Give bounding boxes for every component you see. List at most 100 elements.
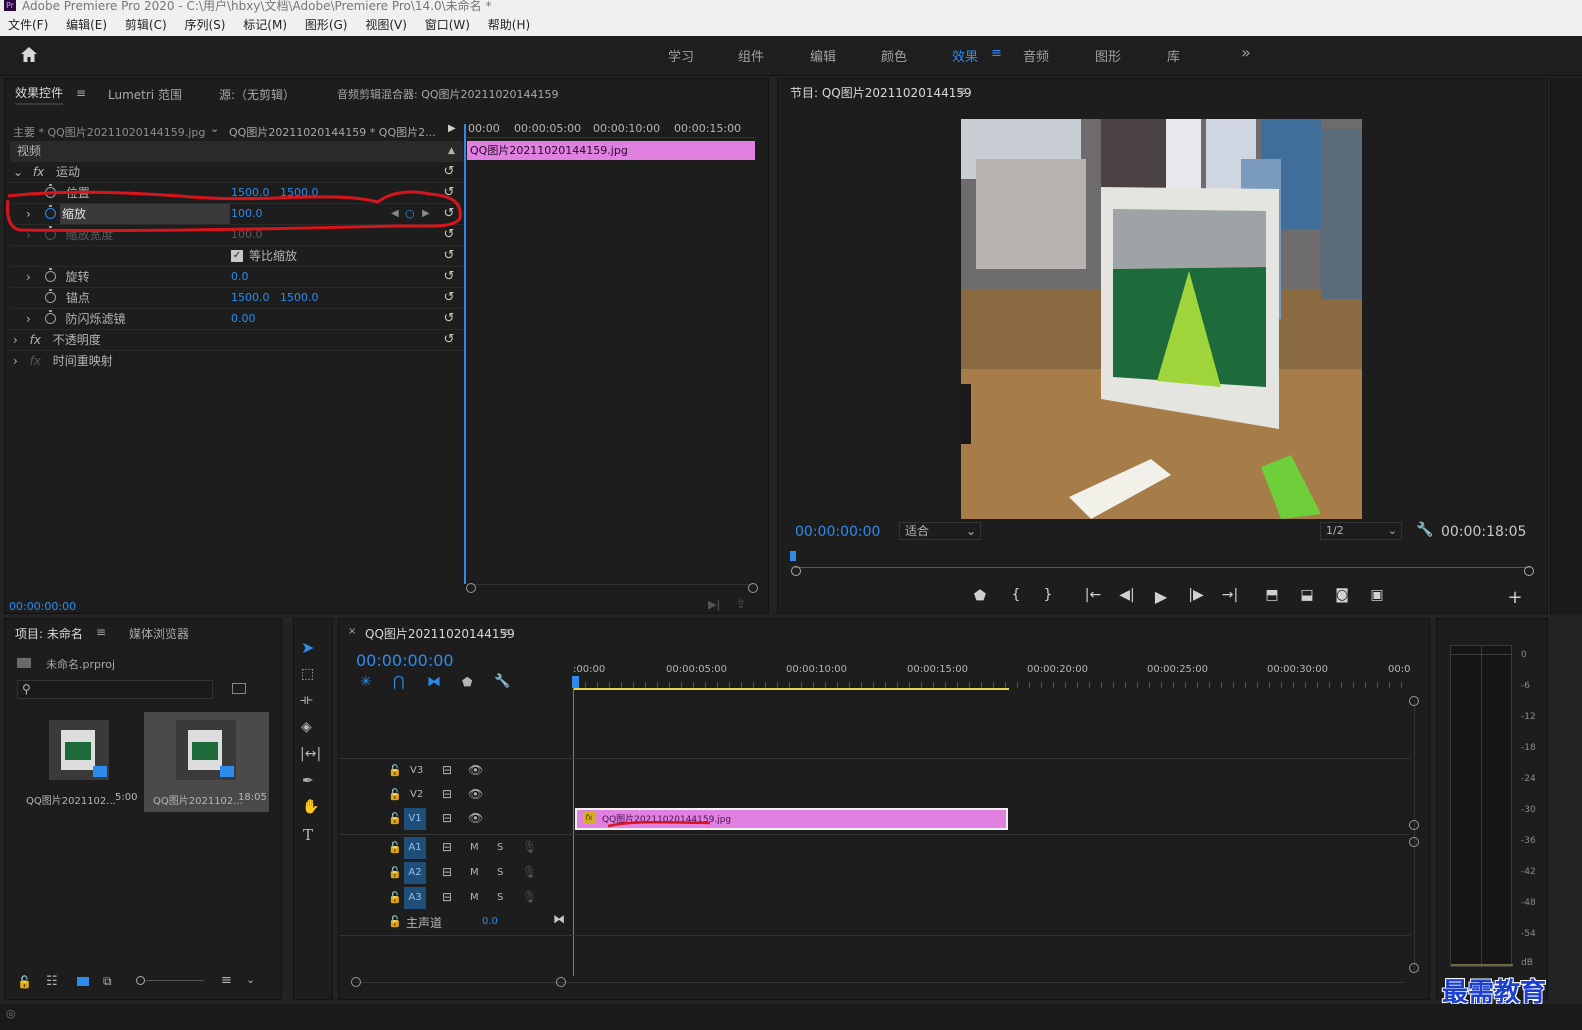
timeline-settings-wrench-icon[interactable]: 🔧 bbox=[494, 674, 510, 689]
stopwatch-icon[interactable] bbox=[44, 310, 56, 324]
chevron-down-icon[interactable]: ⌄ bbox=[246, 973, 255, 986]
linked-selection-icon[interactable]: ⧓ bbox=[427, 674, 441, 690]
lift-icon[interactable]: ⬒ bbox=[1262, 587, 1282, 603]
button-editor-plus-icon[interactable]: + bbox=[1505, 587, 1525, 608]
go-to-out-icon[interactable]: →| bbox=[1220, 587, 1240, 603]
effect-zoom-scrollbar[interactable] bbox=[466, 583, 758, 594]
reset-icon[interactable]: ↺ bbox=[442, 312, 456, 326]
workspace-tab-color[interactable]: 颜色 bbox=[881, 46, 907, 65]
close-icon[interactable]: × bbox=[348, 626, 356, 637]
motion-effect-row[interactable]: ⌄ fx 运动 ↺ bbox=[10, 162, 463, 183]
program-playhead-timecode[interactable]: 00:00:00:00 bbox=[795, 524, 880, 540]
vertical-scrollbar[interactable] bbox=[1414, 700, 1415, 970]
track-lock-icon[interactable]: 🔓 bbox=[388, 915, 402, 928]
program-monitor-title[interactable]: 节目: QQ图片20211020144159 bbox=[790, 84, 972, 101]
eye-icon[interactable]: 👁 bbox=[468, 811, 483, 825]
track-select-tool-icon[interactable]: ⬚ bbox=[301, 666, 314, 682]
sync-lock-icon[interactable]: ⊟ bbox=[442, 787, 452, 801]
workspace-tab-effects[interactable]: 效果 bbox=[952, 46, 978, 65]
fx-icon[interactable]: fx bbox=[30, 333, 41, 347]
reset-icon[interactable]: ↺ bbox=[442, 249, 456, 263]
export-icon[interactable]: ⇪ bbox=[736, 597, 746, 611]
reset-icon[interactable]: ↺ bbox=[442, 165, 456, 179]
sync-lock-icon[interactable]: ⊟ bbox=[442, 890, 452, 904]
scroll-handle[interactable] bbox=[1409, 963, 1419, 973]
effect-timeline-ruler[interactable]: 00:00 00:00:05:00 00:00:10:00 00:00:15:0… bbox=[466, 120, 756, 138]
menu-graphics[interactable]: 图形(G) bbox=[305, 18, 348, 32]
anchor-y-value[interactable]: 1500.0 bbox=[280, 288, 319, 308]
expand-chevron-icon[interactable]: › bbox=[13, 333, 18, 347]
fit-dropdown[interactable]: 适合 ⌄ bbox=[899, 522, 981, 540]
panel-menu-icon[interactable]: ≡ bbox=[96, 625, 106, 639]
workspace-tab-audio[interactable]: 音频 bbox=[1023, 46, 1049, 65]
snap-magnet-icon[interactable]: ⋂ bbox=[393, 674, 404, 690]
add-marker-icon[interactable]: ⬟ bbox=[462, 675, 472, 689]
zoom-handle-right[interactable] bbox=[748, 583, 758, 593]
expand-chevron-icon[interactable]: › bbox=[26, 312, 31, 326]
microphone-icon[interactable]: 🎙 bbox=[522, 890, 537, 904]
workspace-tab-editing[interactable]: 编辑 bbox=[810, 46, 836, 65]
eye-icon[interactable]: 👁 bbox=[468, 763, 483, 777]
icon-view-icon[interactable] bbox=[77, 977, 89, 986]
uniform-scale-checkbox[interactable]: ✓ bbox=[231, 250, 243, 262]
track-label[interactable]: V3 bbox=[410, 765, 423, 776]
track-label[interactable]: A3 bbox=[404, 887, 426, 909]
mute-button[interactable]: M bbox=[470, 842, 479, 853]
track-label[interactable]: A1 bbox=[404, 837, 426, 859]
new-search-bin-icon[interactable] bbox=[232, 683, 246, 694]
track-label[interactable]: A2 bbox=[404, 862, 426, 884]
scroll-handle[interactable] bbox=[1409, 696, 1419, 706]
rotation-value[interactable]: 0.0 bbox=[231, 267, 249, 287]
zoom-handle-right[interactable] bbox=[556, 977, 566, 987]
menu-edit[interactable]: 编辑(E) bbox=[66, 18, 107, 32]
work-area-bar[interactable] bbox=[573, 688, 1009, 690]
tab-source[interactable]: 源:（无剪辑） bbox=[219, 86, 295, 103]
menu-markers[interactable]: 标记(M) bbox=[243, 18, 287, 32]
sequence-clip-link[interactable]: QQ图片20211020144159 * QQ图片2... bbox=[229, 124, 436, 140]
thumbnail-size-slider[interactable] bbox=[136, 976, 204, 986]
go-to-end-icon[interactable]: ⧓ bbox=[553, 912, 565, 926]
play-audio-icon[interactable]: ▶ bbox=[448, 123, 456, 134]
tab-lumetri-scopes[interactable]: Lumetri 范围 bbox=[108, 86, 182, 103]
solo-button[interactable]: S bbox=[497, 842, 503, 853]
mark-in-icon[interactable]: { bbox=[1006, 587, 1026, 603]
extract-icon[interactable]: ⬓ bbox=[1297, 587, 1317, 603]
sync-lock-icon[interactable]: ⊟ bbox=[442, 811, 452, 825]
track-label[interactable]: V1 bbox=[404, 808, 426, 830]
timeline-playhead-line[interactable] bbox=[573, 688, 574, 976]
workspace-tab-assembly[interactable]: 组件 bbox=[738, 46, 764, 65]
stopwatch-icon[interactable] bbox=[44, 268, 56, 282]
hand-tool-icon[interactable]: ✋ bbox=[302, 799, 319, 815]
tab-effect-controls[interactable]: 效果控件 bbox=[15, 84, 64, 105]
timeline-timecode[interactable]: 00:00:00:00 bbox=[356, 651, 454, 670]
menu-window[interactable]: 窗口(W) bbox=[425, 18, 470, 32]
track-lock-icon[interactable]: 🔓 bbox=[388, 788, 402, 801]
razor-tool-icon[interactable]: ◈ bbox=[301, 719, 312, 735]
track-lock-icon[interactable]: 🔓 bbox=[388, 841, 402, 854]
nest-insert-icon[interactable]: ✳ bbox=[360, 674, 372, 690]
workspace-tab-graphics[interactable]: 图形 bbox=[1095, 46, 1121, 65]
zoom-handle-right[interactable] bbox=[1524, 566, 1534, 576]
scroll-handle[interactable] bbox=[1409, 837, 1419, 847]
menu-clip[interactable]: 剪辑(C) bbox=[125, 18, 167, 32]
tab-project[interactable]: 项目: 未命名 bbox=[15, 625, 83, 642]
opacity-effect-row[interactable]: › fx 不透明度 ↺ bbox=[10, 330, 463, 351]
solo-button[interactable]: S bbox=[497, 867, 503, 878]
chevron-down-icon[interactable]: ⌄ bbox=[210, 122, 219, 135]
anti-flicker-value[interactable]: 0.00 bbox=[231, 309, 256, 329]
export-frame-camera-icon[interactable]: ◙ bbox=[1332, 587, 1352, 603]
time-remap-row[interactable]: › fx 时间重映射 bbox=[10, 351, 463, 372]
timeline-ruler[interactable]: :00:00 00:00:05:00 00:00:10:00 00:00:15:… bbox=[573, 662, 1410, 690]
home-icon[interactable] bbox=[20, 46, 38, 63]
sync-lock-icon[interactable]: ⊟ bbox=[442, 840, 452, 854]
effect-clip-bar[interactable]: QQ图片20211020144159.jpg bbox=[467, 141, 755, 160]
freeform-view-icon[interactable]: ⧉ bbox=[103, 974, 112, 989]
resolution-dropdown[interactable]: 1/2 ⌄ bbox=[1320, 522, 1402, 540]
add-marker-icon[interactable]: ⬟ bbox=[970, 588, 990, 604]
zoom-handle-left[interactable] bbox=[466, 583, 476, 593]
expand-chevron-icon[interactable]: ⌄ bbox=[13, 165, 23, 179]
reset-icon[interactable]: ↺ bbox=[442, 333, 456, 347]
timeline-playhead-marker[interactable] bbox=[572, 676, 579, 688]
microphone-icon[interactable]: 🎙 bbox=[522, 865, 537, 879]
menu-file[interactable]: 文件(F) bbox=[8, 18, 48, 32]
